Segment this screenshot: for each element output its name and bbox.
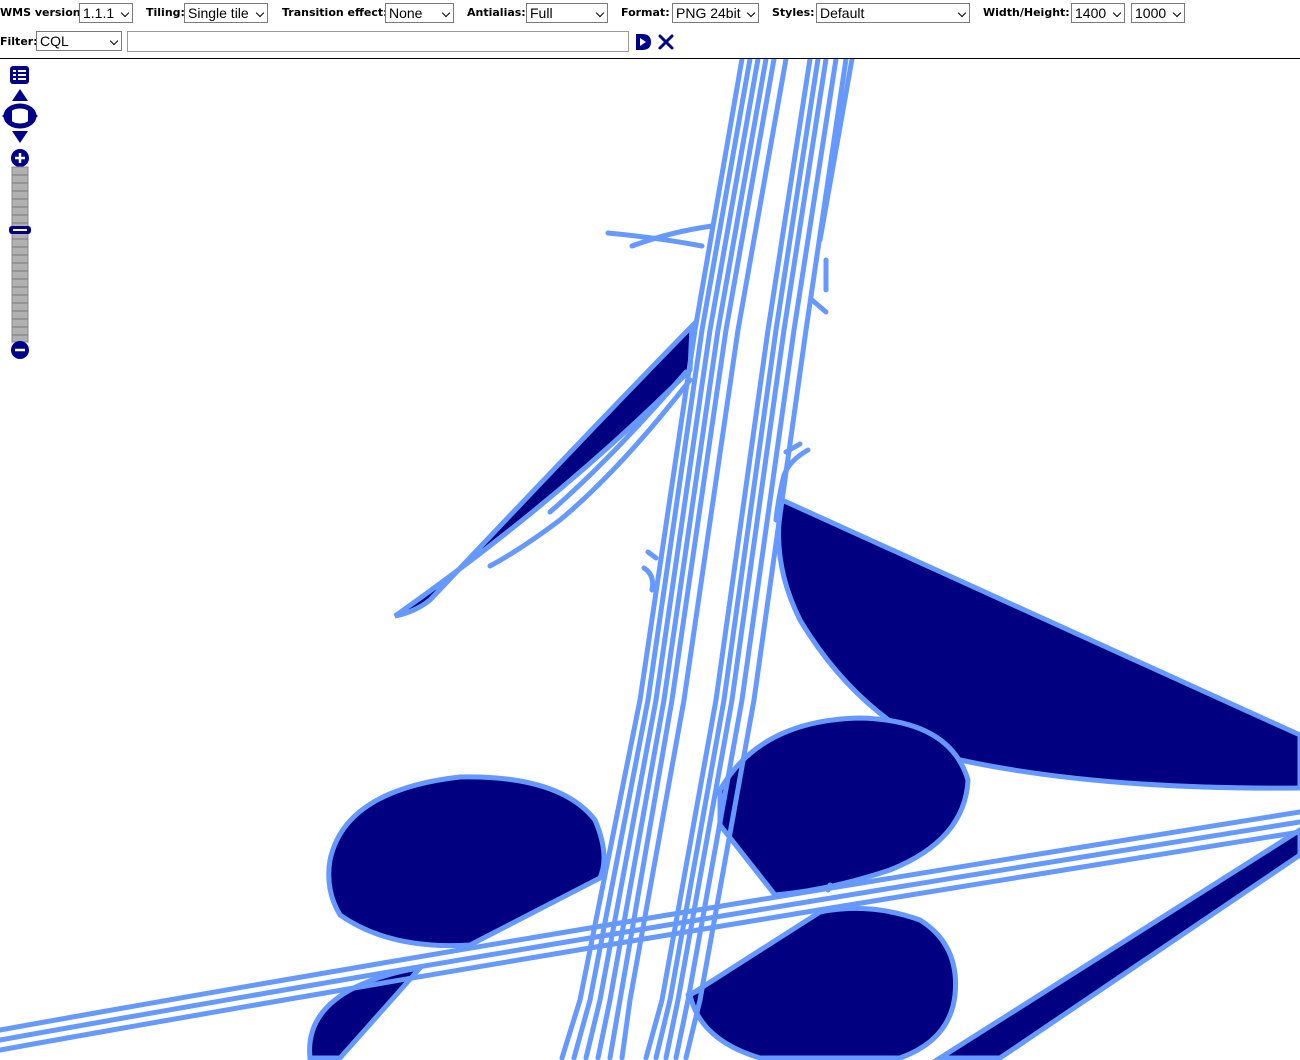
width-value: 1400 <box>1075 5 1107 21</box>
road-layer <box>0 59 1300 1060</box>
map-polygon <box>932 827 1300 1060</box>
transition-effect-value: None <box>389 5 423 21</box>
styles-select[interactable]: Default <box>816 3 970 23</box>
zoom-slider[interactable] <box>9 166 31 343</box>
road-line <box>0 809 1300 1033</box>
chevron-down-icon <box>441 8 451 18</box>
styles-value: Default <box>820 5 865 21</box>
road-line <box>583 59 761 1060</box>
layer-list-icon[interactable] <box>10 66 29 84</box>
transition-effect-select[interactable]: None <box>385 3 454 23</box>
zoom-out-button[interactable] <box>11 341 29 359</box>
chevron-down-icon <box>120 8 130 18</box>
map-polygon <box>687 905 959 1060</box>
height-select[interactable]: 1000 <box>1131 3 1185 23</box>
transition-effect-label: Transition effect: <box>282 6 388 19</box>
format-label: Format: <box>621 6 670 19</box>
road-line <box>641 565 656 593</box>
format-select[interactable]: PNG 24bit <box>672 3 759 23</box>
chevron-down-icon <box>1112 8 1122 18</box>
map-polygon <box>717 715 971 898</box>
filter-input[interactable] <box>127 31 629 52</box>
wms-version-value: 1.1.1 <box>83 5 115 21</box>
height-value: 1000 <box>1135 5 1167 21</box>
close-icon[interactable] <box>658 34 674 50</box>
road-line <box>547 369 689 515</box>
tiling-select[interactable]: Single tile <box>184 3 268 23</box>
chevron-down-icon <box>746 8 756 18</box>
wms-version-label: WMS version: <box>0 6 85 19</box>
filter-type-value: CQL <box>40 33 69 49</box>
filter-type-select[interactable]: CQL <box>36 31 122 51</box>
chevron-down-icon <box>957 8 967 18</box>
width-select[interactable]: 1400 <box>1071 3 1125 23</box>
chevron-down-icon <box>595 8 605 18</box>
zoom-slider-handle[interactable] <box>9 226 31 234</box>
wms-toolbar: WMS version: 1.1.1 Tiling: Single tile T… <box>0 0 1300 58</box>
road-line <box>809 297 829 315</box>
antialias-value: Full <box>530 5 553 21</box>
chevron-down-icon <box>255 8 265 18</box>
styles-label: Styles: <box>772 6 815 19</box>
road-line <box>825 882 833 893</box>
road-line <box>595 59 769 1060</box>
map-navigation <box>2 66 38 359</box>
antialias-select[interactable]: Full <box>526 3 608 23</box>
wms-version-select[interactable]: 1.1.1 <box>79 3 133 23</box>
road-line <box>0 819 1300 1043</box>
tiling-label: Tiling: <box>146 6 185 19</box>
chevron-down-icon <box>109 36 119 46</box>
map-canvas[interactable] <box>0 59 1300 1060</box>
format-value: PNG 24bit <box>676 5 741 21</box>
play-icon[interactable] <box>633 32 653 52</box>
road-line <box>645 549 659 561</box>
filter-label: Filter: <box>0 35 38 48</box>
pan-arrows-icon[interactable] <box>2 89 38 143</box>
chevron-down-icon <box>1172 8 1182 18</box>
antialias-label: Antialias: <box>467 6 526 19</box>
width-height-label: Width/Height: <box>983 6 1070 19</box>
road-line <box>817 59 855 243</box>
zoom-in-button[interactable] <box>11 149 29 167</box>
map-polygon <box>326 774 607 949</box>
tiling-value: Single tile <box>188 5 249 21</box>
zoom-slider-ticks <box>12 174 28 336</box>
road-line <box>0 829 1300 1053</box>
